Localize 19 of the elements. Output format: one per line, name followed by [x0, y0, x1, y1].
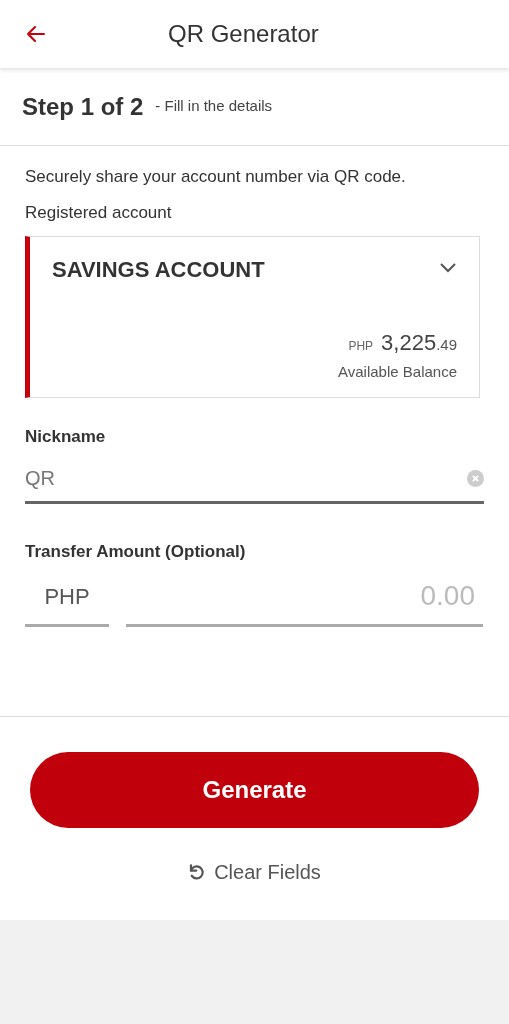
field-label: Transfer Amount (Optional)	[25, 540, 247, 563]
field-label: Registered account	[25, 201, 173, 224]
chevron-down-icon	[439, 261, 457, 273]
clear-fields-button[interactable]: Clear Fields	[188, 857, 321, 887]
account-card[interactable]: SAVINGS ACCOUNT PHP 3,225.49 Available Balance	[25, 236, 480, 398]
intro-text: Securely share your account number via QR code.	[25, 166, 407, 188]
step-subtitle: - Fill in the details	[155, 96, 273, 117]
balance-currency: PHP	[348, 337, 374, 355]
currency-field[interactable]: PHP	[25, 580, 109, 627]
screen-title: QR Generator	[168, 19, 319, 49]
balance-decimals: .49	[436, 334, 457, 355]
step-title: Step 1 of 2	[22, 91, 144, 122]
balance-caption: Available Balance	[338, 361, 457, 382]
field-label: Nickname	[25, 426, 107, 448]
balance-amount: 3,225	[381, 328, 437, 357]
generate-button[interactable]: Generate	[30, 752, 479, 828]
amount-field[interactable]: 0.00	[126, 580, 483, 627]
account-name: SAVINGS ACCOUNT	[52, 256, 265, 284]
reset-icon	[188, 863, 207, 881]
